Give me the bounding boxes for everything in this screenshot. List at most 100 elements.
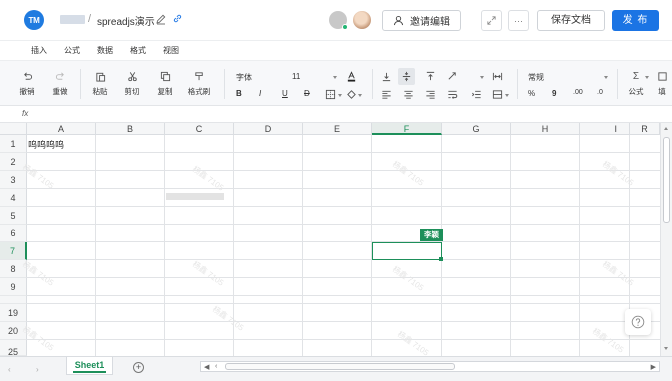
undo-button[interactable]: 撤销 xyxy=(12,71,42,97)
spreadsheet-grid[interactable]: A B C D E F G H I R 1 2 3 4 5 6 7 8 9 19… xyxy=(0,123,660,356)
column-header-b[interactable]: B xyxy=(96,123,165,135)
align-bottom-icon[interactable] xyxy=(381,71,392,82)
row-header-6[interactable]: 6 xyxy=(0,225,27,242)
font-family-select[interactable]: 字体 xyxy=(236,72,252,83)
redo-button[interactable]: 重做 xyxy=(45,71,75,97)
outdent-icon[interactable] xyxy=(492,89,503,100)
column-header-i[interactable]: I xyxy=(580,123,630,135)
menu-formula[interactable]: 公式 xyxy=(64,45,80,56)
chevron-down-icon[interactable] xyxy=(333,76,337,79)
vertical-scroll-thumb[interactable] xyxy=(663,137,670,223)
more-button[interactable]: ··· xyxy=(508,10,529,31)
vertical-scrollbar[interactable] xyxy=(660,123,672,356)
increase-decimal-button[interactable]: .00 xyxy=(573,89,583,96)
row-header-3[interactable]: 3 xyxy=(0,171,27,189)
borders-icon[interactable] xyxy=(325,89,336,100)
app-logo[interactable]: TM xyxy=(24,10,44,30)
document-title[interactable]: spreadjs演示 xyxy=(97,13,155,28)
add-sheet-icon[interactable]: + xyxy=(133,362,144,373)
chevron-down-icon[interactable] xyxy=(505,94,509,97)
column-header-r[interactable]: R xyxy=(630,123,660,135)
strikethrough-button[interactable]: D xyxy=(304,89,310,98)
fullscreen-button[interactable] xyxy=(481,10,502,31)
font-size-select[interactable]: 11 xyxy=(292,72,300,81)
align-right-icon[interactable] xyxy=(425,89,436,100)
fill-handle[interactable] xyxy=(439,257,443,261)
align-middle-button[interactable] xyxy=(398,68,415,85)
column-header-d[interactable]: D xyxy=(234,123,303,135)
align-top-icon[interactable] xyxy=(425,71,436,82)
comma-style-button[interactable]: 9 xyxy=(552,89,556,98)
column-header-a[interactable]: A xyxy=(27,123,96,135)
link-icon[interactable] xyxy=(172,13,183,24)
scroll-left-icon[interactable]: ◀ xyxy=(204,363,209,371)
scroll-up-icon[interactable] xyxy=(664,127,668,130)
menu-data[interactable]: 数据 xyxy=(97,45,113,56)
horizontal-scroll-thumb[interactable] xyxy=(225,363,455,370)
row-header-8[interactable]: 8 xyxy=(0,260,27,278)
merge-cells-icon[interactable] xyxy=(492,71,503,82)
next-sheet-icon[interactable]: › xyxy=(36,365,39,374)
cut-button[interactable]: 剪切 xyxy=(117,71,147,97)
row-header-19[interactable]: 19 xyxy=(0,304,27,322)
cell-a1[interactable]: 呜呜呜呜 xyxy=(28,138,64,151)
row-header-20[interactable]: 20 xyxy=(0,322,27,340)
formula-bar[interactable]: fx xyxy=(0,106,672,123)
row-header-25[interactable]: 25 xyxy=(0,340,27,356)
formula-button[interactable]: Σ 公式 xyxy=(621,71,651,97)
active-cell-f7[interactable] xyxy=(372,242,442,260)
chevron-down-icon[interactable] xyxy=(480,76,484,79)
menu-insert[interactable]: 插入 xyxy=(31,45,47,56)
menu-view[interactable]: 视图 xyxy=(163,45,179,56)
select-all-corner[interactable] xyxy=(0,123,27,135)
percent-button[interactable]: % xyxy=(528,89,535,98)
bold-button[interactable]: B xyxy=(236,89,242,98)
breadcrumb-folder[interactable] xyxy=(60,15,85,24)
number-format-select[interactable]: 常规 xyxy=(528,72,544,83)
chevron-down-icon[interactable] xyxy=(645,76,649,79)
row-header-5[interactable]: 5 xyxy=(0,207,27,225)
edit-title-icon[interactable] xyxy=(155,13,167,25)
prev-sheet-icon[interactable]: ‹ xyxy=(8,365,11,374)
column-header-e[interactable]: E xyxy=(303,123,372,135)
underline-button[interactable]: U xyxy=(282,89,288,98)
column-header-f[interactable]: F xyxy=(372,123,442,135)
row-header-2[interactable]: 2 xyxy=(0,153,27,171)
font-color-icon[interactable] xyxy=(346,71,357,82)
user-avatar[interactable] xyxy=(353,11,371,29)
row-header-1[interactable]: 1 xyxy=(0,135,27,153)
scroll-right-icon[interactable]: ▶ xyxy=(651,363,656,371)
chevron-down-icon[interactable] xyxy=(338,94,342,97)
sheet-tab-sheet1[interactable]: Sheet1 xyxy=(66,357,113,375)
column-header-h[interactable]: H xyxy=(511,123,580,135)
indent-icon[interactable] xyxy=(471,89,482,100)
align-center-icon[interactable] xyxy=(403,89,414,100)
chevron-down-icon[interactable] xyxy=(358,94,362,97)
scroll-left-step-icon[interactable]: ‹ xyxy=(215,363,217,370)
row-header-4[interactable]: 4 xyxy=(0,189,27,207)
help-button[interactable] xyxy=(625,309,651,335)
row-header-9[interactable]: 9 xyxy=(0,278,27,296)
decrease-decimal-button[interactable]: .0 xyxy=(597,89,603,96)
save-document-button[interactable]: 保存文档 xyxy=(537,10,605,31)
format-painter-button[interactable]: 格式刷 xyxy=(184,71,214,97)
align-left-icon[interactable] xyxy=(381,89,392,100)
fill-button[interactable]: 填 xyxy=(652,71,672,97)
horizontal-scrollbar[interactable]: ◀ ‹ ▶ xyxy=(200,361,660,372)
text-rotate-icon[interactable] xyxy=(447,71,458,82)
watermark: 杨鑫 7105 xyxy=(390,159,426,188)
column-header-c[interactable]: C xyxy=(165,123,234,135)
wrap-text-icon[interactable] xyxy=(447,89,458,100)
scroll-down-icon[interactable] xyxy=(664,347,668,350)
menu-format[interactable]: 格式 xyxy=(130,45,146,56)
column-header-g[interactable]: G xyxy=(442,123,511,135)
grid-line xyxy=(27,321,660,322)
italic-button[interactable]: I xyxy=(259,89,261,98)
paste-button[interactable]: 粘贴 xyxy=(85,71,115,97)
fill-color-icon[interactable] xyxy=(346,89,357,100)
copy-button[interactable]: 复制 xyxy=(150,71,180,97)
chevron-down-icon[interactable] xyxy=(604,76,608,79)
invite-edit-button[interactable]: 邀请编辑 xyxy=(382,10,461,31)
row-header-7[interactable]: 7 xyxy=(0,242,27,260)
publish-button[interactable]: 发 布 xyxy=(612,10,659,31)
